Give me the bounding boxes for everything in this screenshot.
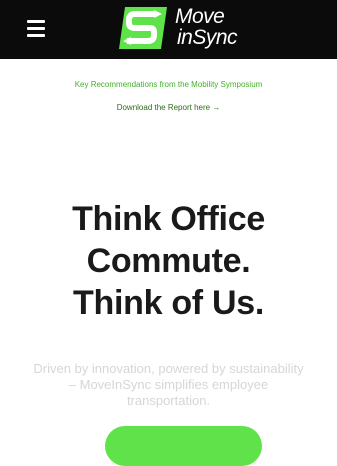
- headline-line: Think of Us.: [73, 284, 264, 322]
- arrow-right-icon: →: [212, 103, 221, 112]
- hero-subtext: Driven by innovation, powered by sustain…: [33, 361, 304, 408]
- download-report-link[interactable]: Download the Report here →: [0, 103, 337, 112]
- moveinsync-logo[interactable]: Move inSync: [118, 4, 258, 54]
- menu-line: [27, 34, 45, 37]
- logo-line-1: Move: [175, 5, 225, 28]
- top-navigation-bar: Move inSync: [0, 0, 337, 59]
- logo-line-2: inSync: [177, 26, 238, 49]
- announcement-title: Key Recommendations from the Mobility Sy…: [74, 80, 263, 89]
- headline-line: Commute.: [86, 242, 251, 280]
- menu-line: [27, 27, 45, 30]
- headline-line: Think Office: [72, 200, 265, 238]
- logo-mark-icon: [119, 7, 167, 49]
- hero-cta-button[interactable]: [105, 426, 262, 466]
- menu-line: [27, 20, 45, 23]
- download-report-link-text: Download the Report here: [116, 103, 211, 112]
- hamburger-menu-icon[interactable]: [27, 20, 45, 37]
- logo-wordmark: Move inSync: [175, 5, 238, 49]
- hero-headline: Think Office Commute. Think of Us.: [0, 198, 337, 324]
